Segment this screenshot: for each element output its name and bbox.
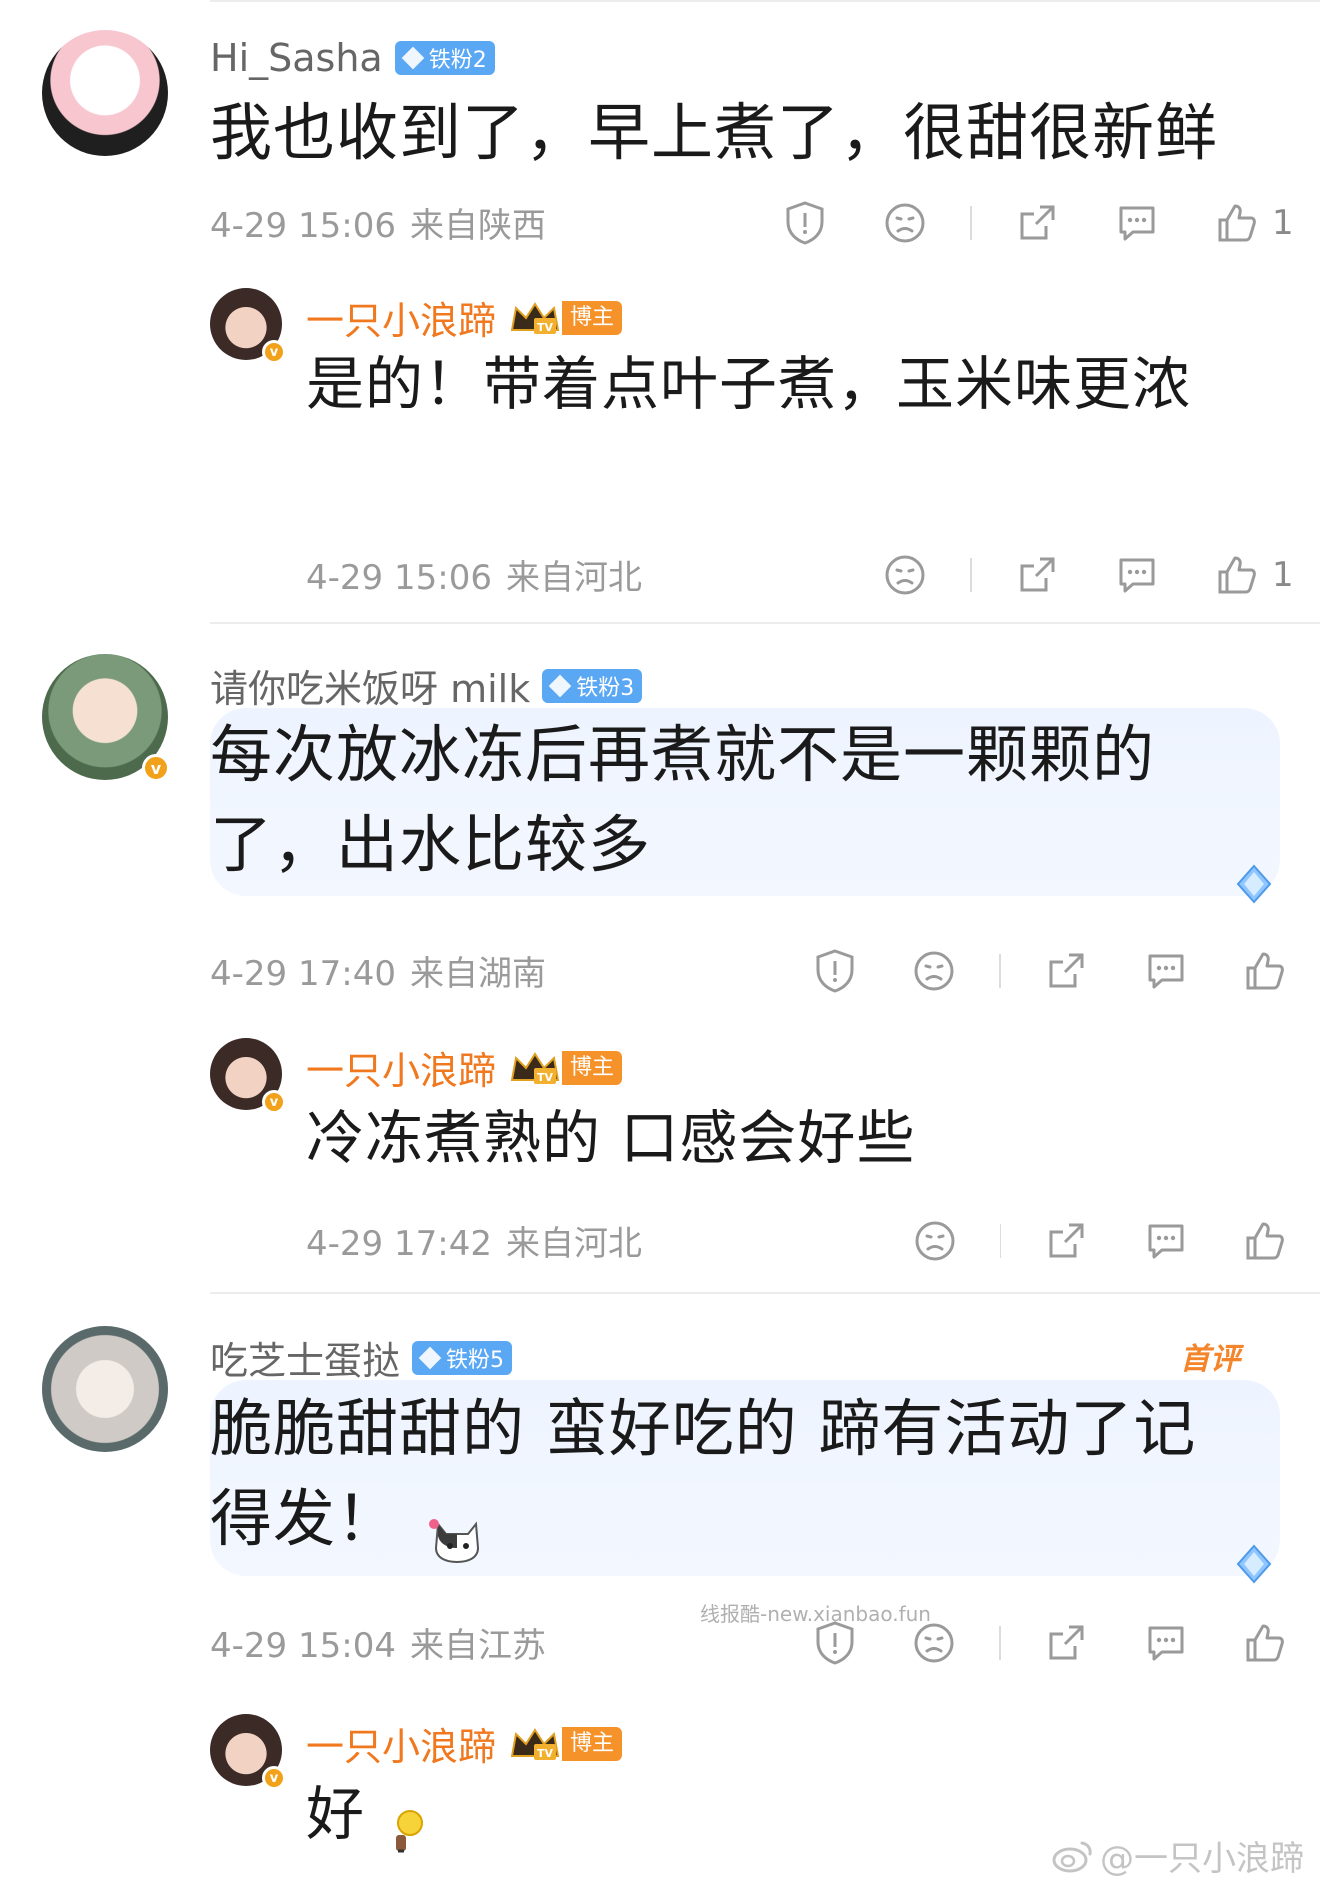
crown-icon: TV — [508, 300, 562, 336]
crown-icon: TV — [508, 1050, 562, 1086]
username[interactable]: 一只小浪蹄 — [306, 290, 496, 345]
action-divider — [999, 954, 1002, 988]
reply-time: 4-29 17:42 — [306, 1224, 492, 1264]
comment-icon[interactable] — [1141, 1216, 1191, 1266]
comment-actions: 1 — [780, 198, 1320, 248]
comment-meta: 4-29 17:40 来自湖南 — [210, 946, 546, 995]
comment-time: 4-29 15:06 — [210, 206, 396, 246]
reply-meta: 4-29 17:42 来自河北 — [306, 1216, 642, 1265]
username[interactable]: 吃芝士蛋挞 — [210, 1330, 400, 1385]
diamond-icon — [1236, 864, 1272, 904]
weibo-icon — [1052, 1841, 1092, 1872]
like-thumb-icon[interactable] — [1212, 198, 1262, 248]
dislike-face-icon[interactable] — [880, 550, 930, 600]
share-icon[interactable] — [1041, 946, 1091, 996]
fan-badge: 铁粉5 — [412, 1340, 513, 1375]
username[interactable]: 一只小浪蹄 — [306, 1040, 496, 1095]
blogger-badge: TV 博主 — [508, 300, 623, 336]
avatar[interactable]: v — [210, 288, 286, 364]
cat-emoji-icon — [428, 1498, 486, 1563]
comment-icon[interactable] — [1112, 550, 1162, 600]
comment-meta: 4-29 15:06 来自陕西 — [210, 198, 546, 247]
reply-time: 4-29 15:06 — [306, 558, 492, 598]
reply-actions: 1 — [880, 550, 1320, 600]
reply-actions — [910, 1216, 1320, 1266]
crown-icon: TV — [508, 1726, 562, 1762]
avatar[interactable]: v — [210, 1714, 286, 1790]
watermark-handle: @一只小浪蹄 — [1100, 1839, 1304, 1879]
verified-icon: v — [262, 340, 286, 364]
comment-icon[interactable] — [1141, 1618, 1191, 1668]
avatar[interactable]: v — [210, 1038, 286, 1114]
dislike-face-icon[interactable] — [910, 1216, 960, 1266]
svg-text:TV: TV — [537, 1071, 554, 1084]
reply-location: 来自河北 — [505, 1224, 642, 1264]
svg-text:TV: TV — [537, 321, 554, 334]
share-icon[interactable] — [1012, 550, 1062, 600]
comment-icon[interactable] — [1112, 198, 1162, 248]
like-thumb-icon[interactable] — [1240, 946, 1290, 996]
comment-time: 4-29 15:04 — [210, 1626, 396, 1666]
username[interactable]: 请你吃米饭呀 milk — [210, 658, 530, 713]
comment-actions — [810, 1618, 1320, 1668]
comment-time: 4-29 17:40 — [210, 954, 396, 994]
report-icon[interactable] — [780, 198, 830, 248]
username[interactable]: 一只小浪蹄 — [306, 1716, 496, 1771]
action-divider — [999, 1224, 1002, 1258]
comment-text: 每次放冰冻后再煮就不是一颗颗的了，出水比较多 — [210, 718, 1156, 881]
first-comment-badge: 首评 — [1180, 1342, 1240, 1377]
username[interactable]: Hi_Sasha — [210, 36, 383, 80]
action-divider — [970, 206, 972, 240]
like-thumb-icon[interactable] — [1212, 550, 1262, 600]
share-icon[interactable] — [1041, 1216, 1091, 1266]
reply-text: 是的！带着点叶子煮，玉米味更浓 — [306, 350, 1192, 418]
dislike-face-icon[interactable] — [910, 946, 960, 996]
like-thumb-icon[interactable] — [1240, 1618, 1290, 1668]
like-count: 1 — [1272, 203, 1294, 243]
comment-text: 脆脆甜甜的 蛮好吃的 蹄有活动了记得发！ — [210, 1384, 1220, 1564]
comment-location: 来自陕西 — [409, 206, 546, 246]
comment-actions — [810, 946, 1320, 996]
reply-location: 来自河北 — [505, 558, 642, 598]
share-icon[interactable] — [1041, 1618, 1091, 1668]
fan-badge: 铁粉2 — [394, 41, 495, 75]
avatar[interactable] — [42, 1326, 168, 1452]
comment-text: 我也收到了，早上煮了，很甜很新鲜 — [210, 96, 1219, 169]
action-divider — [970, 558, 972, 592]
reply-meta: 4-29 15:06 来自河北 — [306, 550, 642, 599]
action-divider — [999, 1626, 1002, 1660]
fan-badge: 铁粉3 — [542, 668, 643, 703]
comment-location: 来自江苏 — [409, 1626, 546, 1666]
blogger-badge: TV 博主 — [508, 1050, 623, 1086]
blogger-badge: TV 博主 — [508, 1726, 623, 1762]
share-icon[interactable] — [1012, 198, 1062, 248]
lightbulb-emoji-icon — [384, 1793, 428, 1853]
comment-location: 来自湖南 — [409, 954, 546, 994]
report-icon[interactable] — [810, 946, 860, 996]
weibo-watermark: @一只小浪蹄 — [1050, 1831, 1304, 1880]
verified-icon: v — [262, 1090, 286, 1114]
report-icon[interactable] — [810, 1618, 860, 1668]
verified-icon: v — [262, 1766, 286, 1790]
diamond-icon — [1236, 1544, 1272, 1584]
svg-text:TV: TV — [537, 1747, 554, 1760]
reply-text: 冷冻煮熟的 口感会好些 — [306, 1104, 916, 1172]
dislike-face-icon[interactable] — [910, 1618, 960, 1668]
dislike-face-icon[interactable] — [880, 198, 930, 248]
reply-text: 好 — [306, 1770, 706, 1858]
like-thumb-icon[interactable] — [1240, 1216, 1290, 1266]
comment-meta: 4-29 15:04 来自江苏 — [210, 1618, 546, 1667]
avatar[interactable]: v — [42, 654, 170, 782]
comment-icon[interactable] — [1141, 946, 1191, 996]
avatar[interactable] — [42, 30, 168, 156]
verified-icon: v — [142, 754, 170, 782]
like-count: 1 — [1272, 555, 1294, 595]
